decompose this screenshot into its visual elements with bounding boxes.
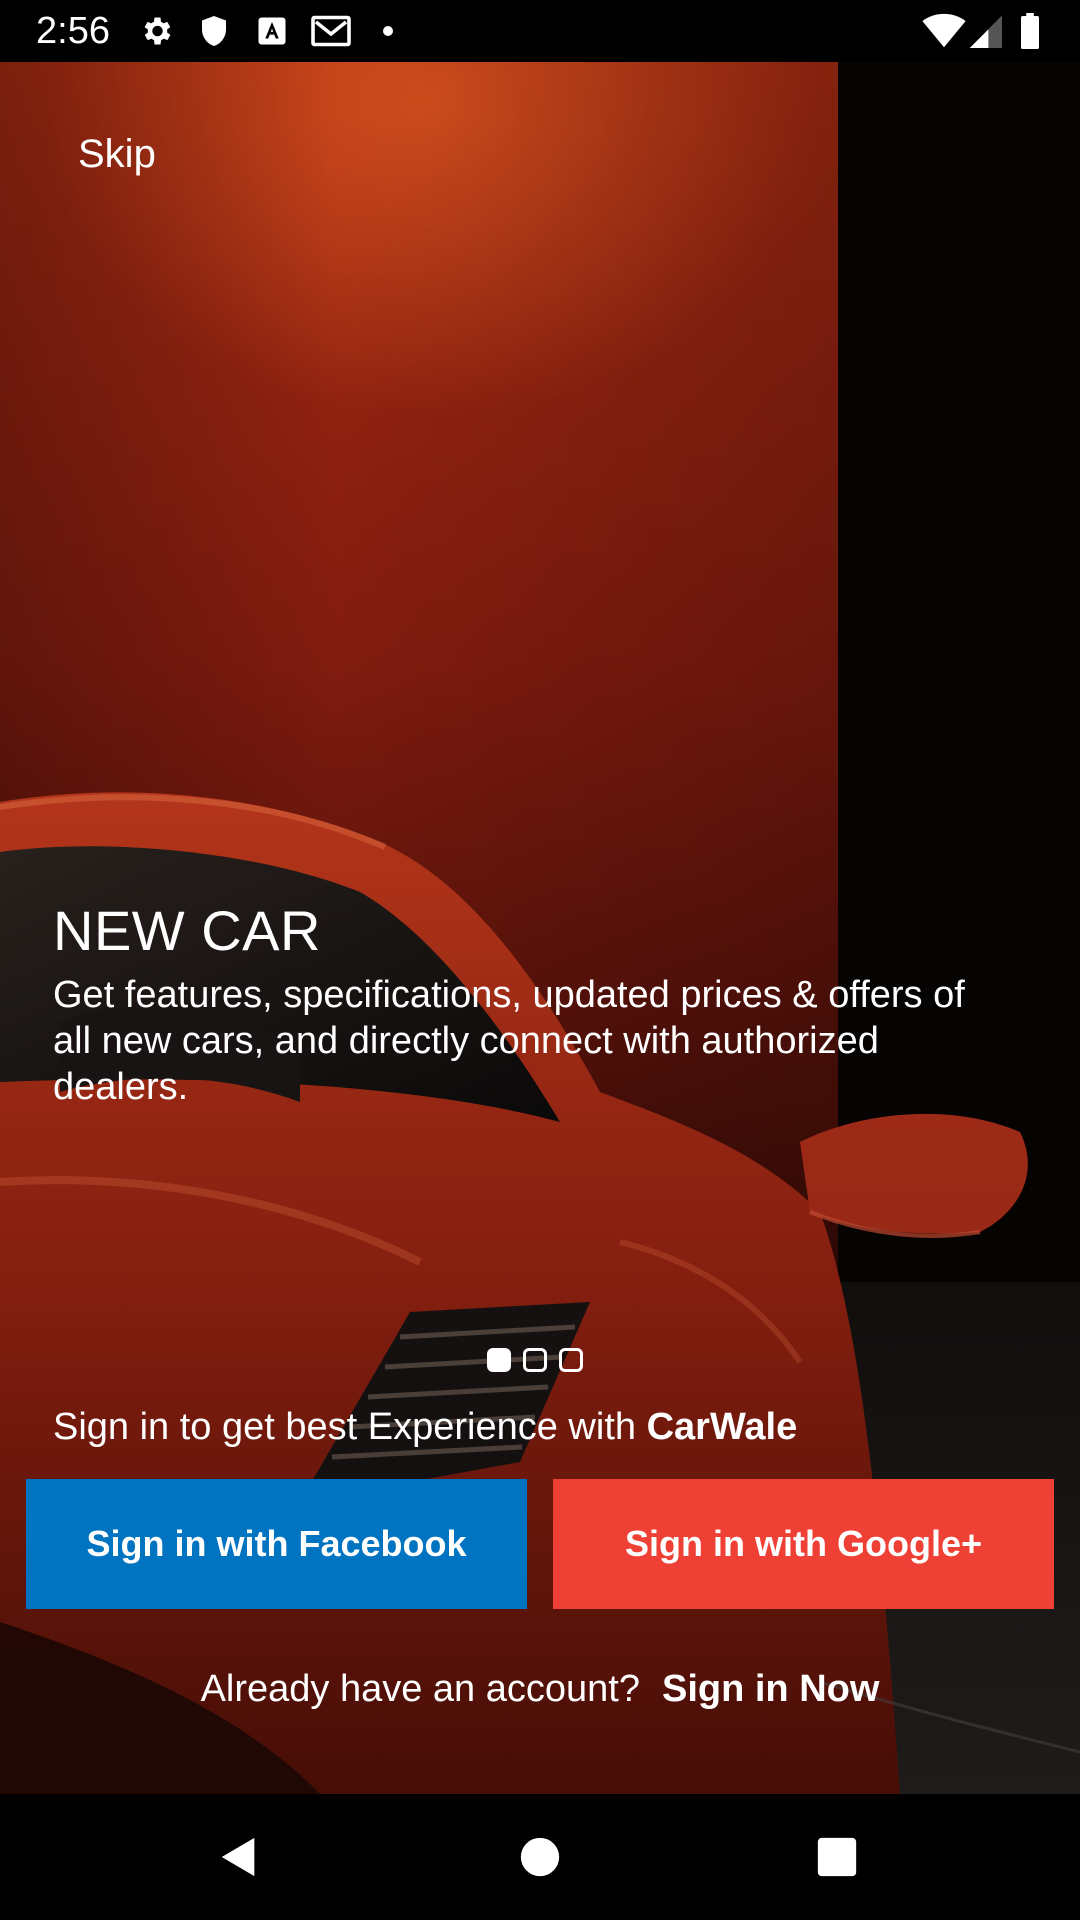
back-icon[interactable] [216, 1834, 262, 1880]
brand-name: CarWale [646, 1406, 798, 1448]
page-dot[interactable] [487, 1348, 511, 1372]
facebook-signin-label: Sign in with Facebook [86, 1523, 467, 1564]
status-time: 2:56 [36, 10, 110, 52]
facebook-signin-button[interactable]: Sign in with Facebook [26, 1479, 527, 1609]
google-signin-button[interactable]: Sign in with Google+ [553, 1479, 1054, 1609]
battery-icon [1018, 13, 1042, 49]
account-row: Already have an account? Sign in Now [0, 1668, 1080, 1711]
home-icon[interactable] [517, 1834, 563, 1880]
page-dot[interactable] [523, 1348, 547, 1372]
signin-prompt: Sign in to get best Experience with CarW… [53, 1406, 797, 1449]
account-question: Already have an account? [200, 1668, 640, 1710]
status-bar: 2:56 [0, 0, 1080, 62]
signin-prompt-text: Sign in to get best Experience with [53, 1406, 647, 1448]
font-a-icon [254, 13, 290, 49]
slide-description: Get features, specifications, updated pr… [53, 974, 965, 1108]
dot-icon [380, 13, 396, 49]
signin-now-link[interactable]: Sign in Now [662, 1668, 879, 1710]
google-signin-label: Sign in with Google+ [625, 1523, 982, 1564]
skip-button[interactable]: Skip [78, 132, 156, 177]
page-dot[interactable] [559, 1348, 583, 1372]
shield-icon [196, 13, 232, 49]
navigation-bar [0, 1794, 1080, 1920]
signal-icon [968, 13, 1002, 49]
gear-icon [138, 13, 174, 49]
gmail-icon [310, 13, 352, 49]
recents-icon[interactable] [814, 1834, 860, 1880]
slide-title: NEW CAR [53, 899, 321, 962]
wifi-icon [922, 13, 966, 49]
page-indicator [487, 1348, 583, 1376]
